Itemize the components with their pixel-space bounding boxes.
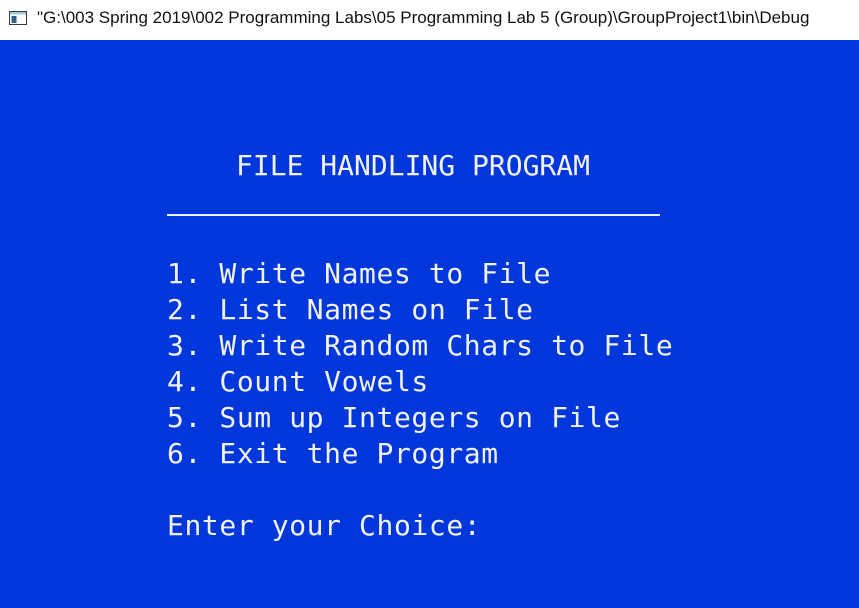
menu-item-list-names: 2. List Names on File xyxy=(167,292,673,328)
console-window: "G:\003 Spring 2019\002 Programming Labs… xyxy=(0,0,859,608)
menu-item-count-vowels: 4. Count Vowels xyxy=(167,364,673,400)
menu-item-write-random-chars: 3. Write Random Chars to File xyxy=(167,328,673,364)
choice-prompt[interactable]: Enter your Choice: xyxy=(167,508,481,544)
console-output[interactable]: FILE HANDLING PROGRAM 1. Write Names to … xyxy=(0,40,859,608)
menu-item-label: Write Names to File xyxy=(219,257,552,290)
menu-item-sum-integers: 5. Sum up Integers on File xyxy=(167,400,673,436)
menu-item-number: 6. xyxy=(167,437,202,470)
menu-item-label: Sum up Integers on File xyxy=(219,401,621,434)
title-bar[interactable]: "G:\003 Spring 2019\002 Programming Labs… xyxy=(0,0,859,40)
menu-item-label: Count Vowels xyxy=(219,365,429,398)
menu-item-number: 5. xyxy=(167,401,202,434)
menu-item-number: 4. xyxy=(167,365,202,398)
menu-list: 1. Write Names to File 2. List Names on … xyxy=(167,256,673,472)
menu-item-label: Write Random Chars to File xyxy=(219,329,674,362)
menu-item-exit: 6. Exit the Program xyxy=(167,436,673,472)
title-divider xyxy=(167,214,660,216)
menu-item-number: 3. xyxy=(167,329,202,362)
console-app-icon xyxy=(9,11,27,25)
window-title: "G:\003 Spring 2019\002 Programming Labs… xyxy=(37,8,810,27)
menu-item-number: 2. xyxy=(167,293,202,326)
menu-item-label: List Names on File xyxy=(219,293,534,326)
menu-item-label: Exit the Program xyxy=(219,437,499,470)
menu-item-number: 1. xyxy=(167,257,202,290)
program-title: FILE HANDLING PROGRAM xyxy=(236,149,591,182)
menu-item-write-names: 1. Write Names to File xyxy=(167,256,673,292)
